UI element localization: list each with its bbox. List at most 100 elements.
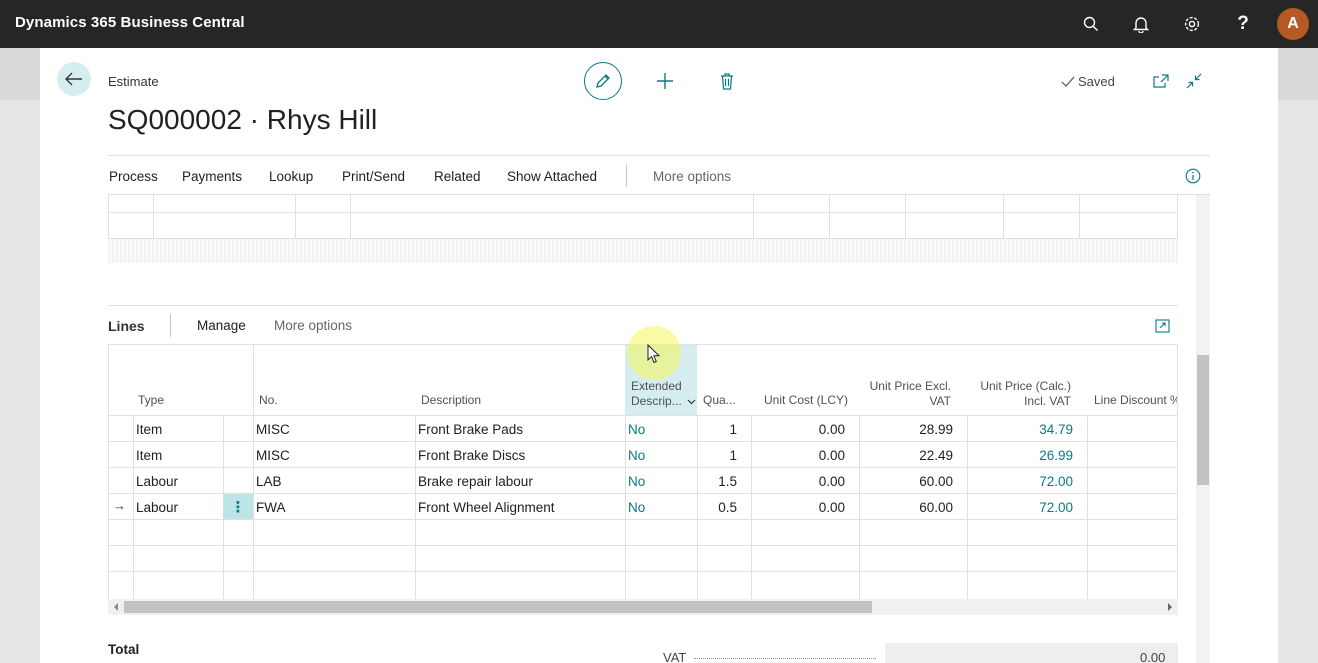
lines-more-options[interactable]: More options	[274, 318, 352, 333]
col-price-excl-line2: VAT	[929, 394, 951, 408]
delete-button[interactable]	[716, 70, 738, 92]
info-icon	[1185, 168, 1201, 184]
menu-related[interactable]: Related	[434, 169, 481, 184]
cell-unit-cost[interactable]: 0.00	[759, 448, 845, 463]
page-title: SQ000002 · Rhys Hill	[108, 104, 378, 135]
expand-icon	[1154, 319, 1170, 333]
cell-no[interactable]: MISC	[256, 422, 290, 437]
vat-value: 0.00	[1140, 650, 1166, 663]
col-extended[interactable]: Extended Descrip...	[631, 379, 696, 409]
cell-price-incl[interactable]: 26.99	[975, 448, 1073, 463]
avatar[interactable]: A	[1277, 8, 1309, 40]
col-line-discount[interactable]: Line Discount %	[1094, 393, 1177, 408]
scroll-right-icon	[1168, 603, 1172, 611]
lines-title: Lines	[108, 318, 145, 334]
back-button[interactable]	[57, 62, 91, 96]
collapse-icon	[1186, 73, 1202, 89]
bell-icon[interactable]	[1129, 12, 1153, 36]
menu-lookup[interactable]: Lookup	[269, 169, 313, 184]
delete-icon	[721, 72, 733, 90]
cell-unit-cost[interactable]: 0.00	[759, 474, 845, 489]
cell-price-excl[interactable]: 28.99	[867, 422, 953, 437]
col-price-excl[interactable]: Unit Price Excl. VAT	[851, 379, 951, 409]
col-no[interactable]: No.	[259, 393, 278, 408]
scroll-left-icon	[114, 603, 118, 611]
cell-quantity[interactable]: 1	[697, 448, 737, 463]
info-button[interactable]	[1184, 167, 1202, 185]
cell-description[interactable]: Front Wheel Alignment	[418, 500, 555, 515]
row-actions-button[interactable]: ⋮	[223, 494, 253, 519]
edit-icon	[596, 74, 610, 88]
cell-unit-cost[interactable]: 0.00	[759, 422, 845, 437]
new-button[interactable]	[654, 70, 676, 92]
cell-price-excl[interactable]: 60.00	[867, 500, 953, 515]
col-price-incl[interactable]: Unit Price (Calc.) Incl. VAT	[951, 379, 1071, 409]
open-new-window-button[interactable]	[1152, 72, 1170, 90]
cell-extended[interactable]: No	[628, 448, 645, 463]
cell-no[interactable]: LAB	[256, 474, 282, 489]
menu-payments[interactable]: Payments	[182, 169, 242, 184]
breadcrumb: Estimate	[108, 74, 159, 89]
grid-footer-hatch	[108, 239, 1178, 263]
col-price-incl-line1: Unit Price (Calc.)	[980, 379, 1071, 393]
lines-manage[interactable]: Manage	[197, 318, 246, 333]
cell-type[interactable]: Item	[136, 448, 162, 463]
cell-quantity[interactable]: 1	[697, 422, 737, 437]
edit-button[interactable]	[584, 62, 622, 100]
gear-icon[interactable]	[1180, 12, 1204, 36]
cell-price-incl[interactable]: 34.79	[975, 422, 1073, 437]
expand-lines-button[interactable]	[1153, 317, 1171, 335]
cell-description[interactable]: Brake repair labour	[418, 474, 533, 489]
cell-price-excl[interactable]: 60.00	[867, 474, 953, 489]
menu-more-options[interactable]: More options	[653, 169, 731, 184]
vat-label: VAT	[663, 650, 687, 663]
lines-grid: Type No. Description Extended Descrip...…	[108, 345, 1178, 599]
menu-print-send[interactable]: Print/Send	[342, 169, 405, 184]
menu-process[interactable]: Process	[109, 169, 158, 184]
menu-divider	[626, 164, 627, 187]
cell-no[interactable]: FWA	[256, 500, 286, 515]
cell-price-excl[interactable]: 22.49	[867, 448, 953, 463]
col-quantity[interactable]: Qua...	[703, 393, 736, 408]
horizontal-scroll-thumb[interactable]	[124, 601, 872, 613]
header-grid	[108, 195, 1178, 239]
col-price-excl-line1: Unit Price Excl.	[869, 379, 951, 393]
cell-type[interactable]: Labour	[136, 474, 178, 489]
col-unit-cost[interactable]: Unit Cost (LCY)	[764, 393, 848, 408]
col-description[interactable]: Description	[421, 393, 481, 408]
menu-show-attached[interactable]: Show Attached	[507, 169, 597, 184]
search-icon[interactable]	[1079, 12, 1103, 36]
col-extended-line2: Descrip...	[631, 394, 682, 408]
collapse-button[interactable]	[1185, 72, 1203, 90]
mouse-pointer-icon	[647, 344, 661, 364]
cell-unit-cost[interactable]: 0.00	[759, 500, 845, 515]
vertical-scroll-thumb[interactable]	[1197, 355, 1209, 485]
app-title[interactable]: Dynamics 365 Business Central	[15, 14, 245, 31]
saved-status: Saved	[1061, 74, 1115, 89]
check-icon	[1061, 76, 1075, 87]
cell-type[interactable]: Labour	[136, 500, 178, 515]
cell-extended[interactable]: No	[628, 500, 645, 515]
saved-label: Saved	[1078, 74, 1115, 89]
cell-extended[interactable]: No	[628, 474, 645, 489]
cell-quantity[interactable]: 0.5	[697, 500, 737, 515]
open-new-window-icon	[1153, 74, 1169, 88]
action-bar: Process Payments Lookup Print/Send Relat…	[108, 155, 1210, 195]
cell-extended[interactable]: No	[628, 422, 645, 437]
col-type[interactable]: Type	[138, 393, 164, 408]
cell-description[interactable]: Front Brake Discs	[418, 448, 525, 463]
more-vertical-icon: ⋮	[230, 498, 246, 516]
help-icon[interactable]: ?	[1231, 12, 1255, 36]
cell-price-incl[interactable]: 72.00	[975, 474, 1073, 489]
lines-divider	[170, 314, 171, 337]
vat-leader	[694, 658, 876, 659]
col-price-incl-line2: Incl. VAT	[1024, 394, 1071, 408]
cell-price-incl[interactable]: 72.00	[975, 500, 1073, 515]
col-extended-line1: Extended	[631, 379, 682, 393]
cell-quantity[interactable]: 1.5	[697, 474, 737, 489]
cell-description[interactable]: Front Brake Pads	[418, 422, 523, 437]
current-row-indicator: →	[113, 498, 126, 513]
cell-type[interactable]: Item	[136, 422, 162, 437]
chevron-down-icon	[687, 399, 696, 404]
cell-no[interactable]: MISC	[256, 448, 290, 463]
